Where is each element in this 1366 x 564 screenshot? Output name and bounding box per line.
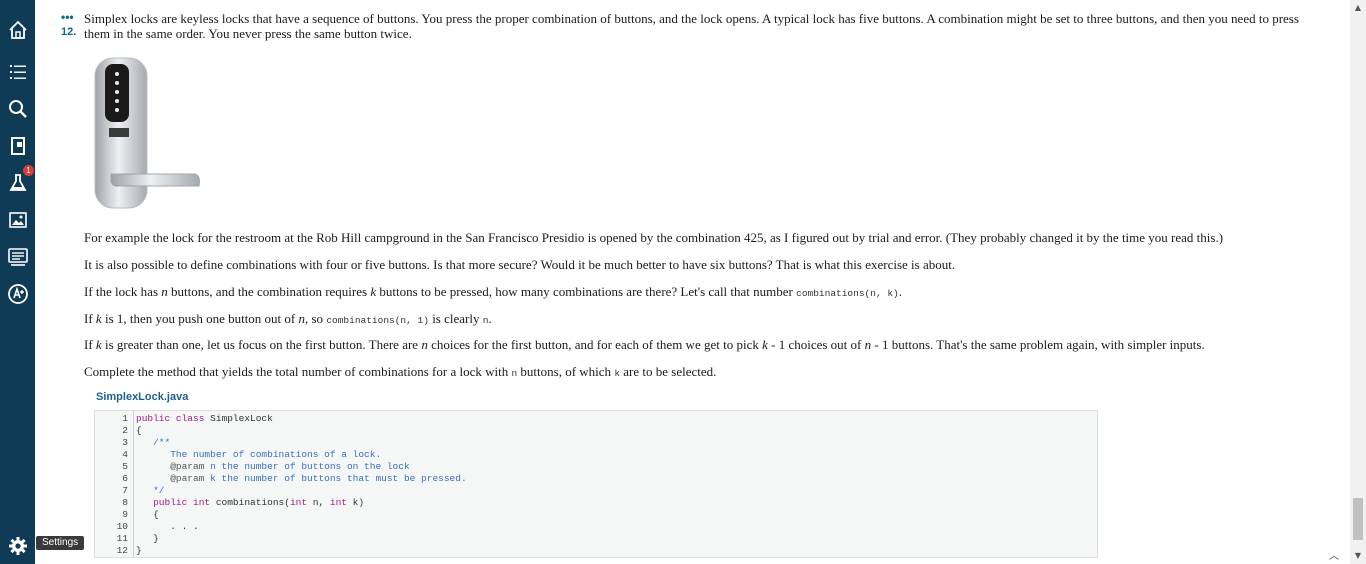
code-line[interactable]: 8 public int combinations(int n, int k) [95,497,1097,509]
problem-menu-icon[interactable]: ••• [61,10,74,24]
notes-icon[interactable] [4,243,31,270]
paragraph-base-case: If k is 1, then you push one button out … [84,311,492,326]
home-icon[interactable] [4,16,31,43]
code-line[interactable]: 9 { [95,509,1097,521]
code-line[interactable]: 1 public class SimplexLock [95,413,1097,425]
accessibility-icon[interactable] [4,280,31,307]
problem-intro: Simplex locks are keyless locks that hav… [84,11,1299,41]
scroll-up-chevron-icon[interactable]: ︿ [1324,550,1344,564]
simplex-lock-image [94,57,200,209]
lab-flask-icon[interactable]: 1 [4,165,34,196]
code-line[interactable]: 3 /** [95,437,1097,449]
file-name-label: SimplexLock.java [96,391,189,403]
paragraph-task: Complete the method that yields the tota… [84,364,717,379]
list-icon[interactable] [4,58,31,85]
left-sidebar: 1 [0,0,35,564]
search-icon[interactable] [4,95,31,122]
code-editor[interactable]: 1 public class SimplexLock 2{ 3 /** 4 The… [94,410,1098,558]
code-line[interactable]: 7 */ [95,485,1097,497]
gear-icon[interactable] [4,532,31,559]
paragraph-definition: If the lock has n buttons, and the combi… [84,284,902,299]
code-line[interactable]: 6 @param k the number of buttons that mu… [95,473,1097,485]
paragraph-recursion: If k is greater than one, let us focus o… [84,337,1205,352]
problem-number: 12. [61,26,77,38]
code-line[interactable]: 4 The number of combinations of a lock. [95,449,1097,461]
exit-door-icon[interactable] [4,132,31,159]
image-icon[interactable] [4,206,31,233]
paragraph-question: It is also possible to define combinatio… [84,257,956,272]
scrollbar-thumb[interactable] [1353,498,1363,540]
code-line[interactable]: 12} [95,545,1097,557]
main-content: ••• 12. Simplex locks are keyless locks … [35,0,1350,564]
code-line[interactable]: 11 } [95,533,1097,545]
page-scrollbar[interactable]: ▲ ▼ [1350,0,1366,564]
scroll-up-arrow-icon[interactable]: ▲ [1353,3,1363,13]
paragraph-example: For example the lock for the restroom at… [84,230,1224,245]
scroll-down-arrow-icon[interactable]: ▼ [1353,551,1363,561]
code-line[interactable]: 2{ [95,425,1097,437]
code-line[interactable]: 5 @param n the number of buttons on the … [95,461,1097,473]
code-line[interactable]: 10 . . . [95,521,1097,533]
notification-badge: 1 [23,165,34,176]
